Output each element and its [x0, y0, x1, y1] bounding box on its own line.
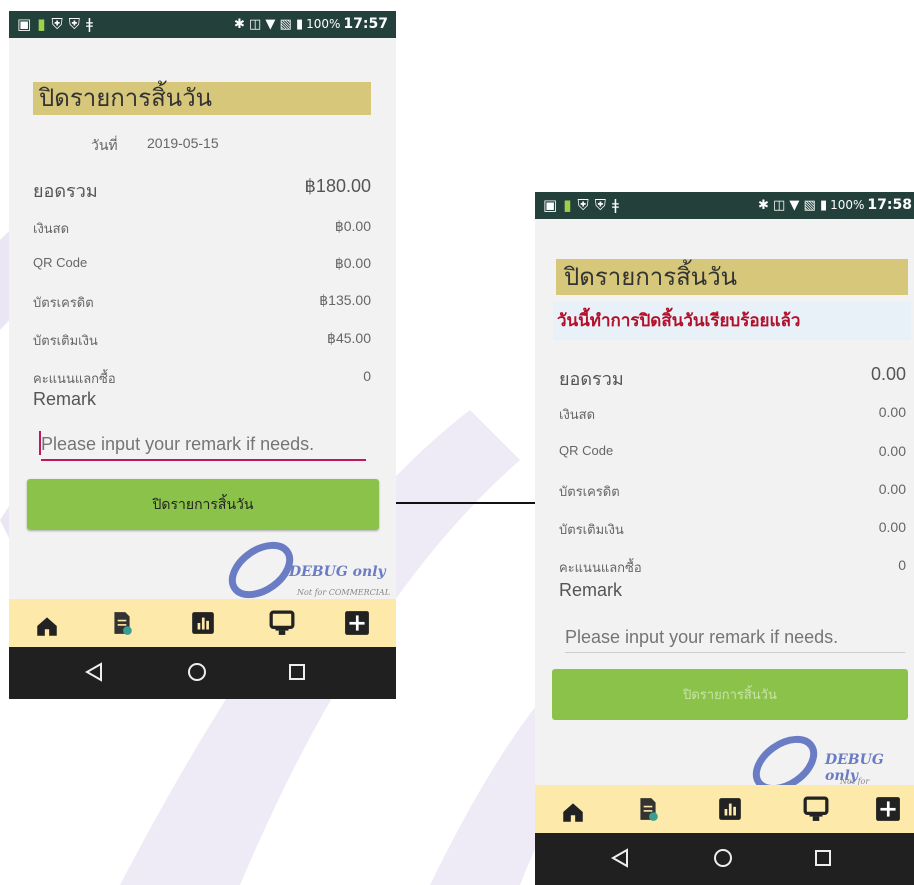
row-value-credit: 0.00: [878, 481, 906, 497]
pos-icon[interactable]: [803, 796, 829, 822]
status-right: ✱ ◫ ▼ ▧ ▮ 100% 17:58: [757, 197, 912, 213]
page-title: ปิดรายการสิ้นวัน: [33, 82, 371, 115]
system-nav-bar: [9, 647, 396, 699]
row-label-credit: บัตรเครดิต: [559, 484, 620, 499]
row-label-cash: เงินสด: [33, 221, 70, 236]
row-label-credit: บัตรเครดิต: [33, 295, 94, 310]
recents-icon[interactable]: [287, 662, 307, 682]
row-value-credit: ฿135.00: [319, 292, 371, 308]
status-right: ✱ ◫ ▼ ▧ ▮ 100% 17:57: [233, 16, 388, 32]
notification-icons: ▣▮⛨⛨ǂ: [543, 196, 625, 214]
row-label-qr: QR Code: [559, 443, 614, 458]
close-day-button-disabled: ปิดรายการสิ้นวัน: [552, 669, 908, 720]
row-label-points: คะแนนแลกซื้อ: [559, 560, 642, 575]
remark-label: Remark: [33, 389, 97, 409]
row-label-topup: บัตรเติมเงิน: [33, 333, 98, 348]
home-circle-icon[interactable]: [186, 661, 208, 683]
status-bar: ▣▮⛨⛨ǂ ✱ ◫ ▼ ▧ ▮ 100% 17:58: [535, 192, 914, 219]
total-label: ยอดรวม: [559, 369, 624, 389]
phone-screen-before: ▣▮⛨⛨ǂ ✱ ◫ ▼ ▧ ▮ 100% 17:57 ปิดรายการสิ้นวั…: [9, 11, 396, 699]
date-label: วันที่: [91, 137, 118, 153]
row-value-points: 0: [898, 557, 906, 573]
home-circle-icon[interactable]: [712, 847, 734, 869]
notification-icons: ▣▮⛨⛨ǂ: [17, 15, 99, 33]
row-label-cash: เงินสด: [559, 407, 596, 422]
back-icon[interactable]: [609, 847, 631, 869]
bottom-nav: [535, 785, 914, 833]
remark-input[interactable]: [41, 429, 366, 461]
home-icon[interactable]: [560, 799, 586, 825]
total-value: 0.00: [870, 364, 906, 384]
row-value-qr: ฿0.00: [334, 255, 371, 271]
row-value-cash: 0.00: [878, 404, 906, 420]
status-bar: ▣▮⛨⛨ǂ ✱ ◫ ▼ ▧ ▮ 100% 17:57: [9, 11, 396, 38]
remark-label: Remark: [559, 580, 623, 600]
total-value: ฿180.00: [304, 176, 371, 196]
battery-percent: 100%: [306, 17, 341, 31]
row-value-qr: 0.00: [878, 443, 906, 459]
home-icon[interactable]: [34, 613, 60, 639]
debug-subtitle: Not for COMMERCIAL: [297, 588, 391, 597]
add-icon[interactable]: [875, 796, 901, 822]
row-value-topup: ฿45.00: [327, 330, 371, 346]
report-icon[interactable]: [190, 610, 216, 636]
page-title: ปิดรายการสิ้นวัน: [556, 259, 908, 295]
row-value-cash: ฿0.00: [334, 218, 371, 234]
receipt-icon[interactable]: [109, 610, 135, 636]
row-label-topup: บัตรเติมเงิน: [559, 522, 624, 537]
row-label-qr: QR Code: [33, 255, 88, 270]
row-label-points: คะแนนแลกซื้อ: [33, 371, 116, 386]
row-value-topup: 0.00: [878, 519, 906, 535]
system-nav-bar: [535, 833, 914, 885]
total-label: ยอดรวม: [33, 181, 98, 201]
phone-screen-after: ▣▮⛨⛨ǂ ✱ ◫ ▼ ▧ ▮ 100% 17:58 ปิดรายการสิ้นวั…: [535, 192, 914, 885]
battery-percent: 100%: [830, 198, 865, 212]
date-value: 2019-05-15: [147, 135, 219, 151]
debug-watermark: DEBUG only: [289, 564, 386, 580]
bottom-nav: [9, 599, 396, 647]
close-day-button[interactable]: ปิดรายการสิ้นวัน: [27, 479, 379, 530]
success-message: วันนี้ทำการปิดสิ้นวันเรียบร้อยแล้ว: [553, 302, 911, 340]
row-value-points: 0: [363, 368, 371, 384]
recents-icon[interactable]: [813, 848, 833, 868]
clock: 17:57: [343, 16, 388, 32]
remark-input[interactable]: [565, 622, 905, 653]
report-icon[interactable]: [717, 796, 743, 822]
receipt-icon[interactable]: [635, 796, 661, 822]
back-icon[interactable]: [83, 661, 105, 683]
add-icon[interactable]: [344, 610, 370, 636]
pos-icon[interactable]: [269, 610, 295, 636]
clock: 17:58: [867, 197, 912, 213]
